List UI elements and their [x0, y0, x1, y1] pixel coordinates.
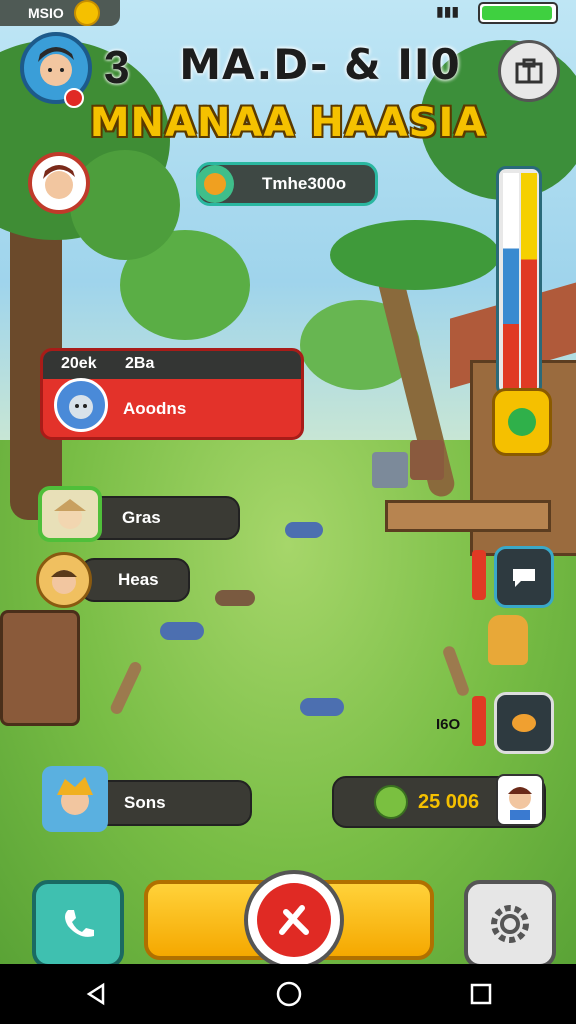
navigation-bar — [0, 964, 576, 1024]
back-icon[interactable] — [83, 981, 109, 1007]
face-icon — [508, 787, 532, 820]
shop-button[interactable] — [498, 40, 560, 102]
player-tag: 2Ba — [125, 355, 155, 372]
resource-label: Tmhe300o — [262, 174, 347, 193]
game-title-bottom: MNANAA HAASIA — [89, 100, 487, 146]
recents-icon[interactable] — [469, 982, 493, 1006]
barrel — [372, 452, 408, 488]
status-text: MSIO — [28, 5, 64, 21]
resource-pill[interactable]: Tmhe300o — [196, 162, 378, 206]
tree-canopy — [70, 150, 180, 260]
status-bar-left: MSIO — [0, 0, 120, 26]
ground-item[interactable] — [300, 698, 344, 716]
level-badge[interactable] — [492, 388, 552, 456]
health-bar — [472, 696, 486, 746]
rock — [215, 590, 255, 606]
sword-icon — [279, 905, 309, 935]
notification-badge — [64, 88, 84, 108]
small-counter: I6O — [436, 716, 461, 733]
player-name: Sons — [124, 793, 166, 812]
coin-icon — [73, 0, 100, 26]
leaf-icon — [374, 785, 408, 819]
meat-icon — [512, 714, 536, 732]
food-button[interactable] — [494, 692, 554, 754]
face-icon — [43, 165, 75, 199]
home-icon[interactable] — [275, 980, 303, 1008]
ground-item[interactable] — [160, 622, 204, 640]
battery-icon — [478, 2, 558, 24]
health-bar — [472, 550, 486, 600]
settings-button[interactable] — [464, 880, 556, 968]
level-number: 3 — [104, 41, 130, 93]
power-meter — [496, 166, 542, 396]
friend-avatar[interactable] — [28, 152, 90, 214]
chat-button[interactable] — [494, 546, 554, 608]
shell-icon — [196, 165, 234, 203]
coin-amount: 25 006 — [418, 790, 480, 813]
player-name: Heas — [118, 570, 159, 589]
face-icon — [57, 777, 93, 815]
attack-button[interactable] — [244, 870, 344, 970]
npc-character[interactable] — [488, 615, 528, 665]
player-avatar — [496, 774, 544, 826]
palm-leaves — [330, 220, 500, 290]
player-name: Gras — [122, 508, 161, 527]
gear-icon — [491, 905, 529, 943]
barrel — [410, 440, 444, 480]
signal-icon: ▮▮▮ — [436, 4, 460, 20]
player-avatar — [38, 486, 102, 542]
shop-icon — [515, 58, 543, 84]
player-row[interactable]: Heas — [80, 558, 190, 602]
face-icon — [51, 570, 77, 594]
call-button[interactable] — [32, 880, 124, 968]
player-name: Aoodns — [123, 399, 187, 418]
badge-icon — [508, 408, 536, 436]
player-count: 20ek — [61, 355, 97, 372]
face-icon — [54, 499, 86, 529]
ground-item[interactable] — [285, 522, 323, 538]
attack-inner — [257, 883, 331, 957]
player-avatar — [36, 552, 92, 608]
phone-icon — [65, 910, 94, 937]
player-avatar — [54, 378, 108, 432]
hut-deck — [385, 500, 551, 532]
player-row[interactable]: Gras — [80, 496, 240, 540]
game-title-top: MA.D- & II0 — [179, 40, 461, 89]
face-icon — [69, 395, 93, 419]
chat-icon — [513, 569, 535, 587]
player-row[interactable]: Sons — [90, 780, 252, 826]
face-icon — [38, 47, 74, 86]
treasure-chest — [0, 610, 80, 726]
player-avatar — [42, 766, 108, 832]
